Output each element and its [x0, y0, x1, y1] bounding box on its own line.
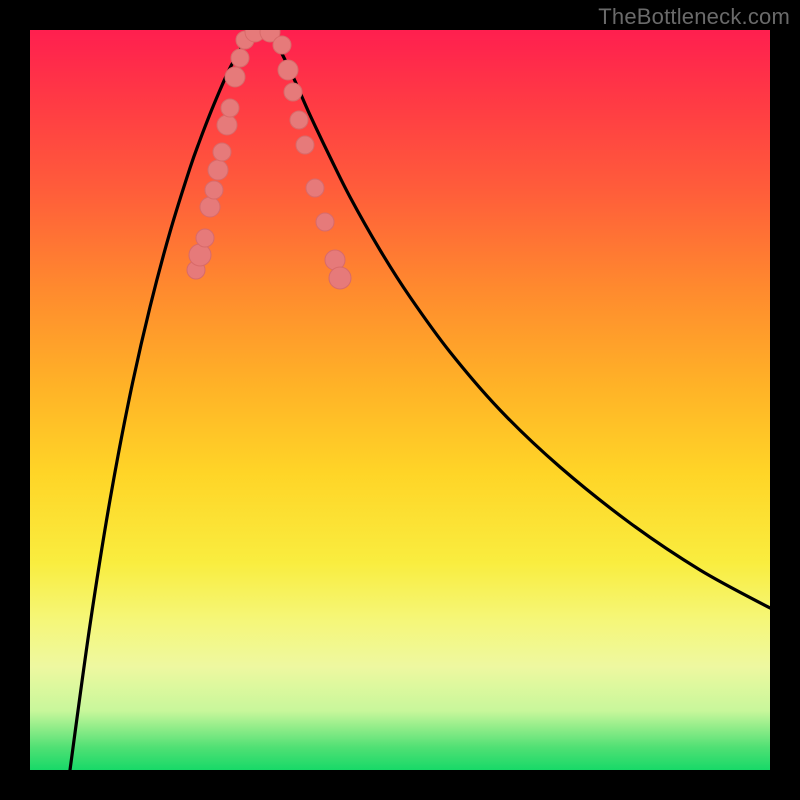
marker-dot — [189, 244, 211, 266]
right-curve-line — [270, 30, 770, 608]
marker-dot — [225, 67, 245, 87]
chart-frame: TheBottleneck.com — [0, 0, 800, 800]
marker-dot — [284, 83, 302, 101]
plot-area — [30, 30, 770, 770]
marker-dot — [213, 143, 231, 161]
marker-dot — [208, 160, 228, 180]
chart-svg — [30, 30, 770, 770]
marker-dot — [231, 49, 249, 67]
marker-dot — [329, 267, 351, 289]
marker-dot — [273, 36, 291, 54]
right-curve-path — [270, 30, 770, 608]
marker-dot — [306, 179, 324, 197]
marker-dot — [316, 213, 334, 231]
left-curve-path — [70, 30, 250, 770]
curve-markers — [187, 30, 351, 289]
marker-dot — [278, 60, 298, 80]
marker-dot — [196, 229, 214, 247]
marker-dot — [296, 136, 314, 154]
left-curve-line — [70, 30, 250, 770]
marker-dot — [200, 197, 220, 217]
marker-dot — [205, 181, 223, 199]
marker-dot — [221, 99, 239, 117]
marker-dot — [217, 115, 237, 135]
watermark-text: TheBottleneck.com — [598, 4, 790, 30]
marker-dot — [290, 111, 308, 129]
